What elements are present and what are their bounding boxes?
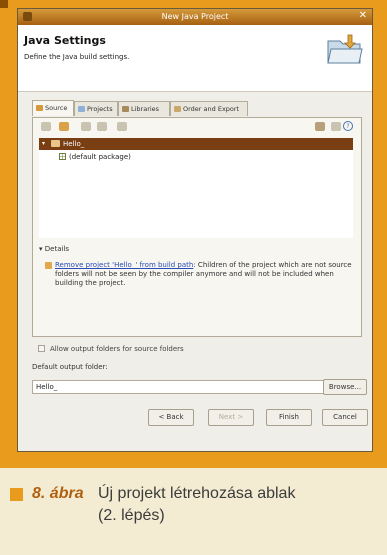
details-toggle[interactable]: ▾ Details [39, 245, 69, 253]
configure-icon[interactable] [117, 122, 127, 131]
tree-item-project[interactable]: ▾ Hello_ [39, 138, 353, 150]
link-source-icon[interactable] [59, 122, 69, 131]
add-folder-icon[interactable] [41, 122, 51, 131]
back-button[interactable]: < Back [148, 409, 194, 426]
output-folder-label: Default output folder: [32, 363, 108, 371]
expand-arrow-icon[interactable]: ▾ [42, 140, 45, 147]
source-panel: ? ▾ Hello_ (default package) ▾ Details R… [32, 117, 362, 337]
details-label: Details [44, 245, 70, 253]
allow-output-folders-label: Allow output folders for source folders [50, 345, 184, 353]
figure-number: 8. ábra [32, 485, 84, 502]
source-folder-icon [36, 105, 43, 111]
tab-libraries-label: Libraries [131, 105, 160, 113]
tab-order-export[interactable]: Order and Export [170, 101, 248, 116]
output-folder-input[interactable] [32, 380, 328, 394]
caption-line-1: Új projekt létrehozása ablak [98, 485, 296, 502]
finish-button[interactable]: Finish [266, 409, 312, 426]
banner-heading: Java Settings [24, 34, 106, 47]
banner-description: Define the Java build settings. [24, 53, 130, 61]
help-icon[interactable]: ? [343, 121, 353, 131]
package-icon [59, 153, 66, 160]
package-name: (default package) [69, 153, 131, 161]
remove-icon[interactable] [97, 122, 107, 131]
browse-button[interactable]: Browse... [323, 379, 367, 395]
cancel-button[interactable]: Cancel [322, 409, 368, 426]
source-toolbar: ? [33, 118, 361, 136]
remove-project-icon [45, 262, 52, 269]
tree-item-package[interactable]: (default package) [59, 153, 131, 161]
allow-output-folders-row[interactable]: Allow output folders for source folders [38, 345, 184, 353]
libraries-icon [122, 106, 129, 112]
tab-projects-label: Projects [87, 105, 113, 113]
next-button[interactable]: Next > [208, 409, 254, 426]
tab-projects[interactable]: Projects [74, 101, 118, 116]
window-title: New Java Project [161, 12, 229, 21]
folder-icon [327, 34, 363, 64]
settings-banner: Java Settings Define the Java build sett… [18, 25, 372, 92]
dialog-window: New Java Project ✕ Java Settings Define … [17, 8, 373, 452]
projects-icon [78, 106, 85, 112]
source-tree: ▾ Hello_ (default package) [39, 138, 353, 238]
tab-source-label: Source [45, 104, 68, 112]
close-icon[interactable]: ✕ [359, 10, 367, 21]
order-export-icon [174, 106, 181, 112]
allow-output-folders-checkbox[interactable] [38, 345, 45, 352]
caption-square-icon [10, 488, 23, 501]
caption-line-2: (2. lépés) [98, 507, 165, 524]
edit-icon[interactable] [81, 122, 91, 131]
tab-libraries[interactable]: Libraries [118, 101, 170, 116]
settings-icon[interactable] [315, 122, 325, 131]
collapse-icon[interactable] [331, 122, 341, 131]
tab-source[interactable]: Source [32, 100, 74, 116]
tab-order-export-label: Order and Export [183, 105, 240, 113]
project-icon [51, 140, 60, 147]
frame-corner [0, 0, 8, 8]
titlebar: New Java Project ✕ [18, 9, 372, 25]
details-text: Remove project 'Hello_' from build path:… [45, 261, 355, 288]
project-name: Hello_ [63, 140, 85, 148]
orange-frame: New Java Project ✕ Java Settings Define … [0, 0, 387, 468]
remove-project-link[interactable]: Remove project 'Hello_' from build path [55, 261, 193, 269]
